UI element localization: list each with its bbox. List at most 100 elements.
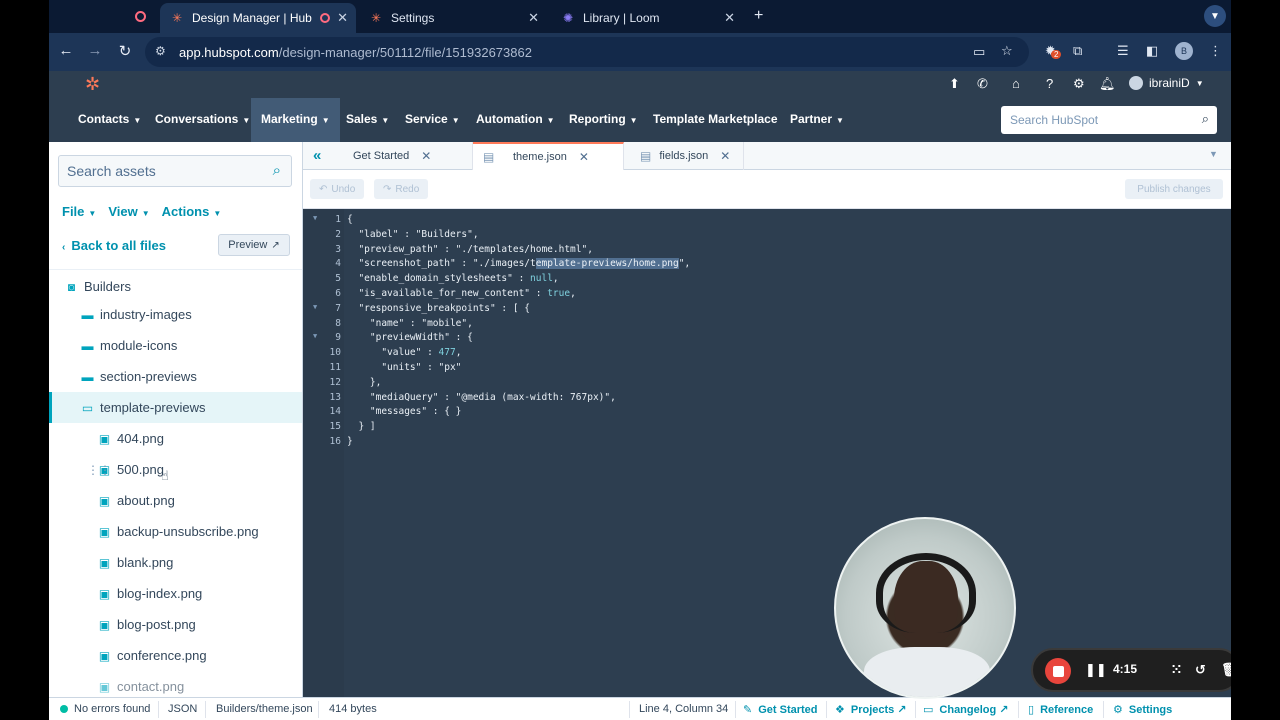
marketplace-icon[interactable]: ⌂: [1012, 76, 1020, 91]
browser-tab-design-manager[interactable]: ✳ Design Manager | HubSpot ✕: [160, 3, 356, 33]
file-404-png[interactable]: ▣ 404.png: [49, 423, 302, 454]
nav-contacts[interactable]: Contacts ▼: [78, 112, 141, 126]
tab-search-chevron-icon[interactable]: ▼: [1204, 5, 1226, 27]
code-editor[interactable]: ▼ 1{2 "label" : "Builders", 3 "preview_pat…: [303, 209, 1231, 697]
folder-industry-images[interactable]: ▬ industry-images: [49, 299, 302, 330]
nav-service[interactable]: Service ▼: [405, 112, 460, 126]
delete-trash-icon[interactable]: 🗑︎: [1221, 662, 1231, 678]
code-line[interactable]: 13 "mediaQuery" : "@media (max-width: 76…: [303, 392, 1231, 407]
menu-file[interactable]: File ▼: [62, 204, 96, 219]
file-500-png[interactable]: ⋮⋮ ▣ 500.png: [49, 454, 302, 485]
calling-icon[interactable]: ✆: [977, 76, 988, 92]
code-line[interactable]: 16}: [303, 436, 1231, 451]
forward-arrow-icon[interactable]: →: [85, 42, 105, 59]
close-tab-icon[interactable]: ✕: [421, 149, 431, 163]
folder-section-previews[interactable]: ▬ section-previews: [49, 361, 302, 392]
bookmark-star-icon[interactable]: ☆: [1001, 43, 1013, 59]
hubspot-search-input[interactable]: Search HubSpot ⌕: [1001, 106, 1217, 134]
side-panel-icon[interactable]: ◧: [1146, 43, 1158, 59]
back-to-all-files-link[interactable]: ‹ Back to all files: [62, 238, 166, 253]
pause-icon[interactable]: ❚❚: [1085, 662, 1107, 678]
code-line[interactable]: 15 } ]: [303, 421, 1231, 436]
status-projects-link[interactable]: ❖ Projects ↗: [835, 703, 907, 717]
status-reference-link[interactable]: ▯ Reference: [1028, 703, 1093, 717]
code-line[interactable]: ▼ 9 "previewWidth" : {: [303, 332, 1231, 347]
code-line[interactable]: 4 "screenshot_path" : "./images/template…: [303, 258, 1231, 273]
preview-button[interactable]: Preview ↗: [218, 234, 290, 256]
menu-view[interactable]: View ▼: [108, 204, 149, 219]
file-contact-png[interactable]: ▣ contact.png: [49, 671, 302, 697]
folder-module-icons[interactable]: ▬ module-icons: [49, 330, 302, 361]
file-blank-png[interactable]: ▣ blank.png: [49, 547, 302, 578]
nav-automation[interactable]: Automation ▼: [476, 112, 555, 126]
code-line[interactable]: 6 "is_available_for_new_content" : true,: [303, 288, 1231, 303]
drag-handle-icon[interactable]: ⋮⋮: [87, 463, 111, 477]
menu-actions[interactable]: Actions ▼: [162, 204, 222, 219]
camera-icon[interactable]: ▭: [973, 44, 985, 60]
new-tab-button[interactable]: +: [754, 7, 763, 25]
stop-recording-button[interactable]: [1045, 658, 1071, 684]
status-cursor-position[interactable]: Line 4, Column 34: [639, 703, 728, 715]
code-line[interactable]: 8 "name" : "mobile",: [303, 318, 1231, 333]
reload-icon[interactable]: ↻: [115, 42, 135, 60]
file-conference-png[interactable]: ▣ conference.png: [49, 640, 302, 671]
profile-avatar[interactable]: B: [1175, 42, 1193, 60]
nav-marketing[interactable]: Marketing ▼: [251, 98, 340, 142]
puzzle-icon[interactable]: ⧉: [1073, 43, 1082, 59]
status-language[interactable]: JSON: [168, 703, 197, 715]
browser-tab-loom[interactable]: ✺ Library | Loom ✕: [551, 3, 743, 33]
file-backup-unsubscribe-png[interactable]: ▣ backup-unsubscribe.png: [49, 516, 302, 547]
code-line[interactable]: 2 "label" : "Builders",: [303, 229, 1231, 244]
tree-root-builders[interactable]: ◙ Builders: [65, 279, 131, 294]
help-icon[interactable]: ?: [1046, 76, 1053, 91]
hubspot-logo-icon[interactable]: ✲: [85, 74, 100, 95]
file-blog-index-png[interactable]: ▣ blog-index.png: [49, 578, 302, 609]
site-info-icon[interactable]: ⚙: [155, 44, 166, 58]
back-arrow-icon[interactable]: ←: [56, 42, 76, 59]
nav-conversations[interactable]: Conversations ▼: [155, 112, 250, 126]
editor-tab-fields-json[interactable]: ▤ fields.json ✕: [624, 142, 744, 170]
editor-tab-theme-json[interactable]: ▤ theme.json ✕: [473, 142, 624, 170]
file-blog-post-png[interactable]: ▣ blog-post.png: [49, 609, 302, 640]
close-tab-icon[interactable]: ✕: [579, 150, 589, 164]
tab-overflow-chevron-icon[interactable]: ▼: [1209, 149, 1218, 159]
close-tab-icon[interactable]: ✕: [720, 149, 730, 163]
search-icon[interactable]: ⌕: [273, 162, 281, 179]
nav-template-marketplace[interactable]: Template Marketplace: [653, 112, 778, 126]
code-line[interactable]: ▼ 1{: [303, 214, 1231, 229]
asset-search-input[interactable]: Search assets ⌕: [58, 155, 292, 187]
search-icon[interactable]: ⌕: [1202, 111, 1209, 127]
close-tab-icon[interactable]: ✕: [337, 10, 348, 26]
code-line[interactable]: 3 "preview_path" : "./templates/home.htm…: [303, 244, 1231, 259]
nav-reporting[interactable]: Reporting ▼: [569, 112, 638, 126]
account-menu[interactable]: ibrainiD ▼: [1129, 76, 1204, 90]
restart-icon[interactable]: ↺: [1195, 662, 1206, 678]
kebab-menu-icon[interactable]: ⋮: [1209, 43, 1222, 59]
settings-gear-icon[interactable]: ⚙: [1073, 76, 1085, 92]
code-line[interactable]: 10 "value" : 477,: [303, 347, 1231, 362]
browser-tab-settings[interactable]: ✳ Settings ✕: [359, 3, 547, 33]
undo-button[interactable]: ↶ Undo: [310, 179, 365, 199]
code-line[interactable]: 12 },: [303, 377, 1231, 392]
media-controls-icon[interactable]: ☰: [1117, 43, 1129, 59]
code-line[interactable]: 5 "enable_domain_stylesheets" : null,: [303, 273, 1231, 288]
status-settings-link[interactable]: ⚙ Settings: [1113, 703, 1172, 717]
redo-button[interactable]: ↷ Redo: [374, 179, 429, 199]
drawing-tool-icon[interactable]: ⁙: [1171, 662, 1182, 678]
code-line[interactable]: 11 "units" : "px": [303, 362, 1231, 377]
code-line[interactable]: ▼ 7 "responsive_breakpoints" : [ {: [303, 303, 1231, 318]
editor-tab-get-started[interactable]: Get Started ✕: [340, 142, 473, 170]
address-bar[interactable]: ⚙ app.hubspot.com/design-manager/501112/…: [145, 37, 1029, 67]
upgrade-icon[interactable]: ⬆: [949, 76, 960, 92]
loom-camera-bubble[interactable]: [834, 517, 1016, 699]
nav-partner[interactable]: Partner ▼: [790, 112, 844, 126]
close-tab-icon[interactable]: ✕: [724, 10, 735, 26]
status-get-started-link[interactable]: ✎ Get Started: [743, 703, 818, 717]
close-tab-icon[interactable]: ✕: [528, 10, 539, 26]
collapse-sidebar-icon[interactable]: «: [313, 147, 321, 164]
publish-changes-button[interactable]: Publish changes: [1125, 179, 1223, 199]
notifications-bell-icon[interactable]: 🔔︎: [1099, 76, 1116, 92]
nav-sales[interactable]: Sales ▼: [346, 112, 389, 126]
status-changelog-link[interactable]: ▭ Changelog ↗: [923, 703, 1008, 717]
file-about-png[interactable]: ▣ about.png: [49, 485, 302, 516]
